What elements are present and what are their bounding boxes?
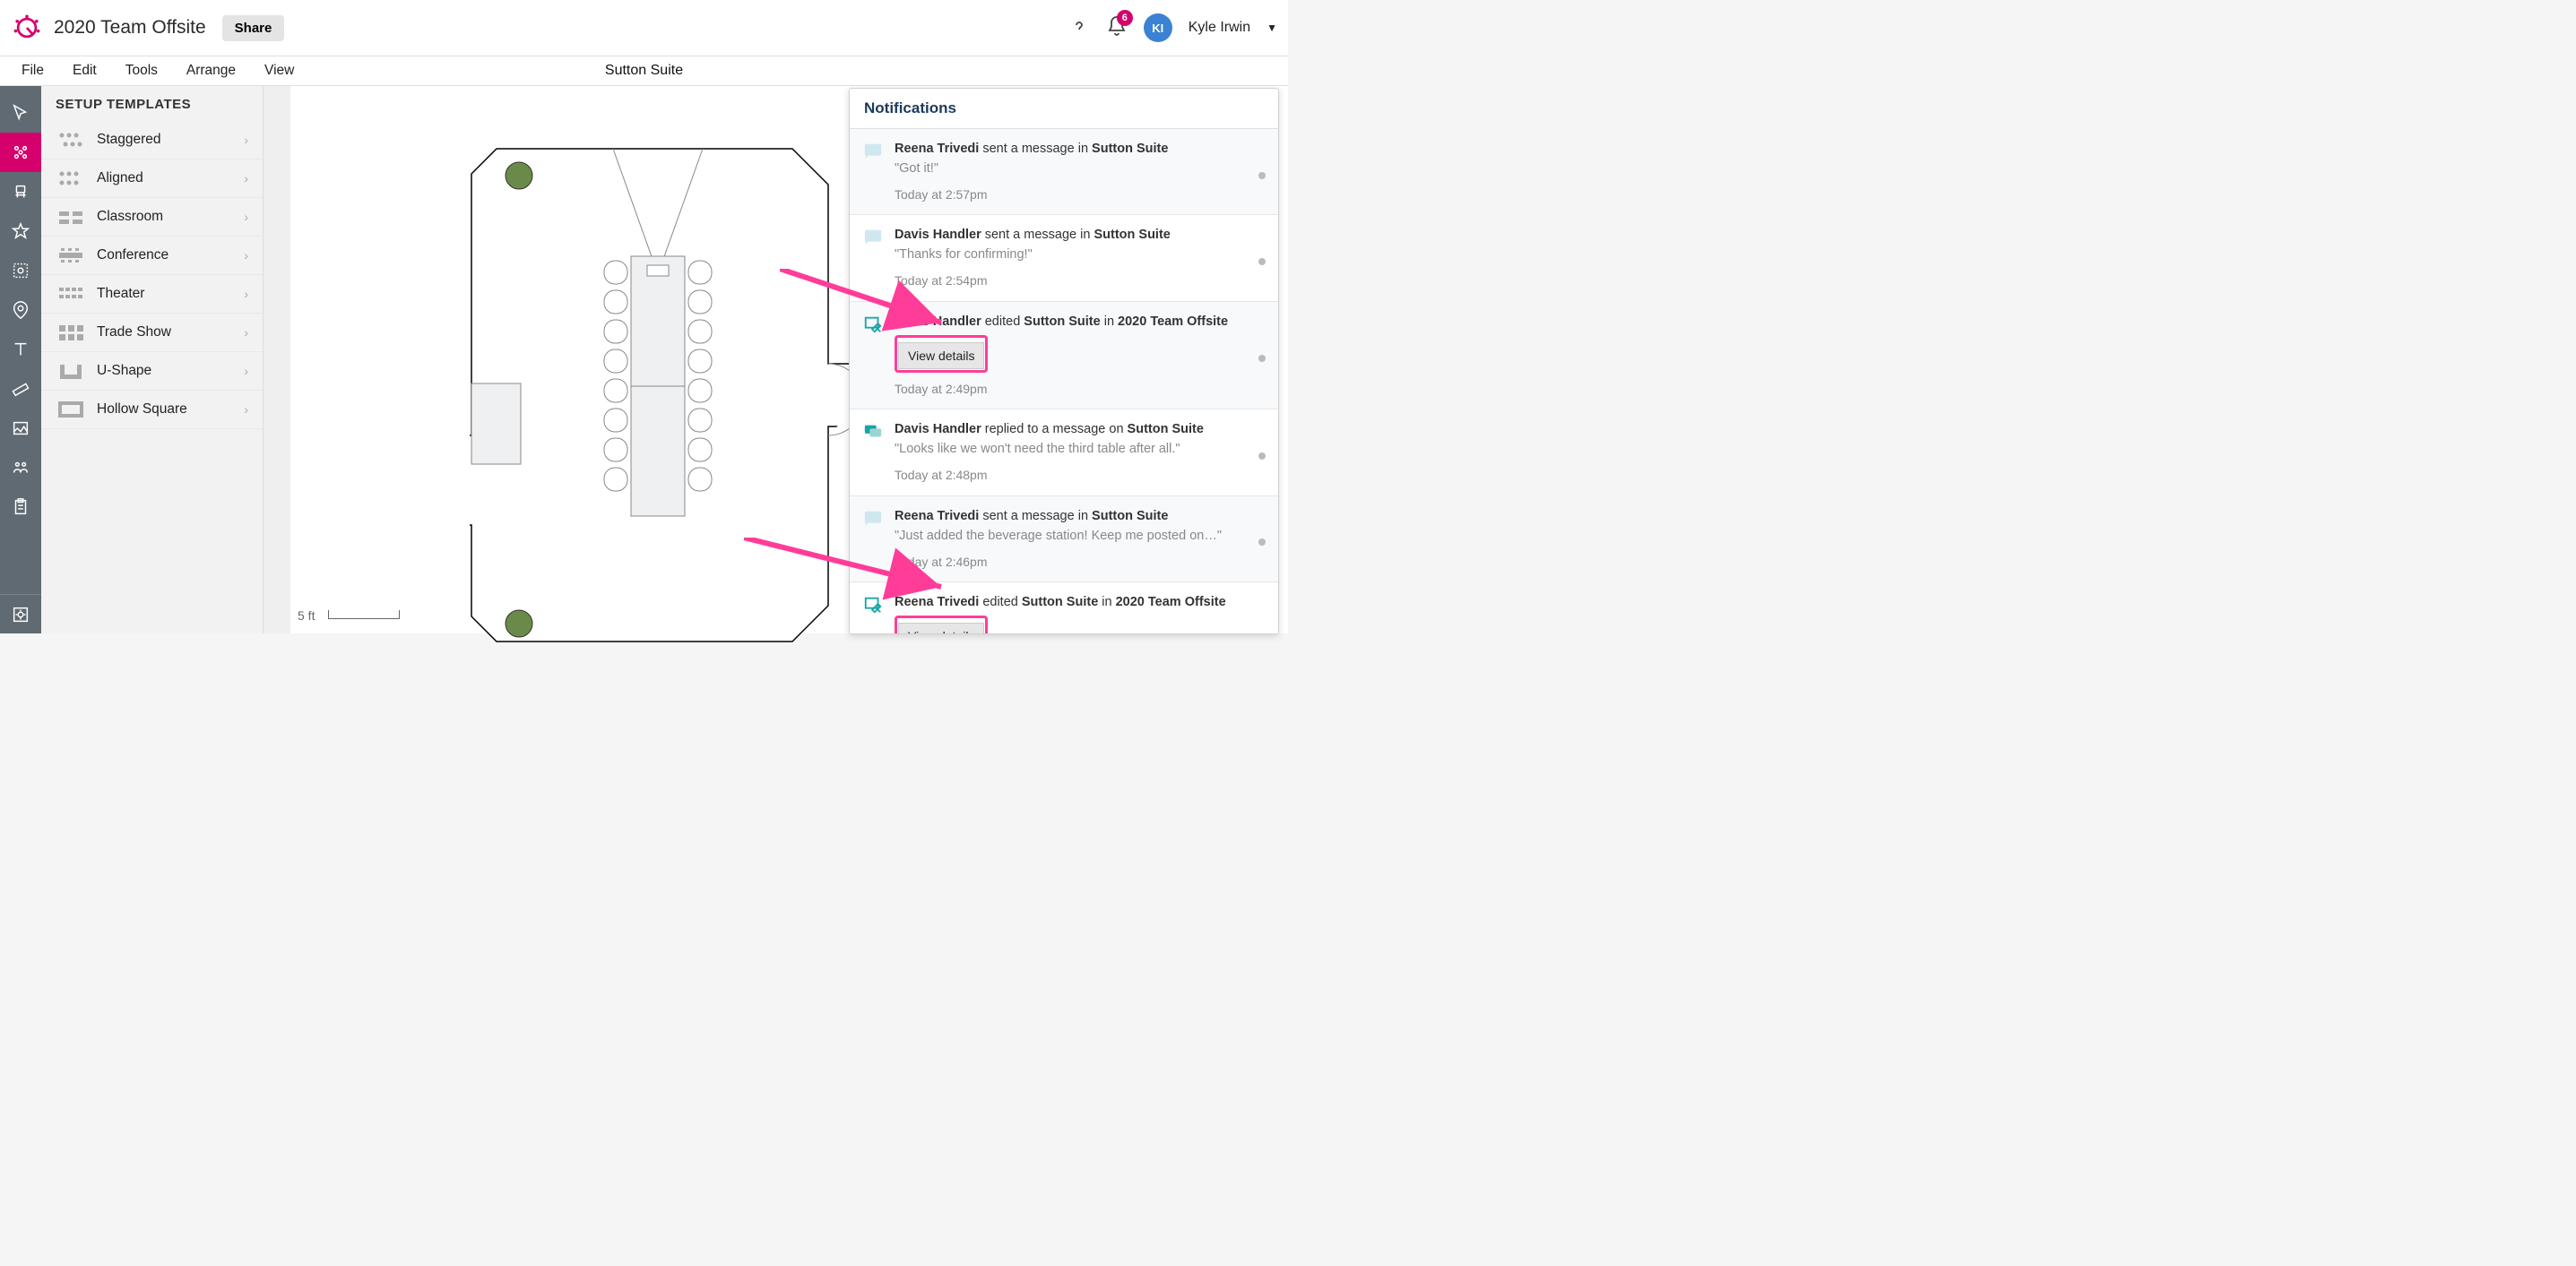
tool-shapes[interactable] bbox=[0, 251, 41, 290]
notification-item[interactable]: Reena Trivedi sent a message in Sutton S… bbox=[850, 129, 1278, 215]
notification-quote: "Thanks for confirming!" bbox=[895, 245, 1264, 264]
menu-view[interactable]: View bbox=[250, 63, 308, 79]
menu-arrange[interactable]: Arrange bbox=[172, 63, 250, 79]
tool-rail bbox=[0, 86, 41, 633]
template-label: Classroom bbox=[97, 209, 244, 225]
menu-file[interactable]: File bbox=[7, 63, 58, 79]
annotation-arrow-2 bbox=[744, 538, 959, 609]
notification-time: Today at 2:48pm bbox=[895, 466, 1264, 484]
template-label: Hollow Square bbox=[97, 401, 244, 418]
tool-favorite[interactable] bbox=[0, 211, 41, 251]
tool-templates[interactable] bbox=[0, 133, 41, 172]
annotation-arrow-1 bbox=[780, 269, 959, 340]
template-icon bbox=[56, 284, 86, 304]
unread-dot-icon bbox=[1258, 452, 1266, 460]
tool-image[interactable] bbox=[0, 409, 41, 448]
menu-bar: File Edit Tools Arrange View Sutton Suit… bbox=[0, 56, 1288, 86]
document-title[interactable]: 2020 Team Offsite bbox=[54, 17, 206, 39]
template-icon bbox=[56, 245, 86, 265]
notification-text: Reena Trivedi sent a message in Sutton S… bbox=[895, 140, 1264, 159]
tool-clipboard[interactable] bbox=[0, 487, 41, 527]
notification-quote: "Looks like we won't need the third tabl… bbox=[895, 440, 1264, 459]
notifications-bell[interactable]: 6 bbox=[1106, 15, 1128, 41]
template-theater[interactable]: Theater› bbox=[41, 275, 263, 314]
message-icon bbox=[862, 142, 884, 161]
reply-icon bbox=[862, 422, 884, 442]
tool-text[interactable] bbox=[0, 330, 41, 369]
share-button[interactable]: Share bbox=[222, 15, 285, 41]
message-icon bbox=[862, 228, 884, 247]
tool-people[interactable] bbox=[0, 448, 41, 487]
tool-settings[interactable] bbox=[0, 594, 41, 633]
notifications-title: Notifications bbox=[850, 89, 1278, 129]
template-label: Theater bbox=[97, 286, 244, 302]
chevron-right-icon: › bbox=[244, 402, 248, 417]
menu-edit[interactable]: Edit bbox=[58, 63, 111, 79]
notification-text: Reena Trivedi sent a message in Sutton S… bbox=[895, 507, 1264, 526]
template-hollow-square[interactable]: Hollow Square› bbox=[41, 391, 263, 429]
template-icon bbox=[56, 130, 86, 150]
chevron-right-icon: › bbox=[244, 325, 248, 340]
template-label: Conference bbox=[97, 247, 244, 263]
template-label: Trade Show bbox=[97, 324, 244, 340]
chevron-right-icon: › bbox=[244, 171, 248, 185]
template-icon bbox=[56, 361, 86, 381]
canvas-title: Sutton Suite bbox=[605, 63, 683, 79]
user-menu-caret-icon[interactable]: ▼ bbox=[1266, 22, 1277, 34]
template-label: Aligned bbox=[97, 170, 244, 186]
app-logo-icon bbox=[11, 12, 43, 44]
template-conference[interactable]: Conference› bbox=[41, 237, 263, 275]
unread-dot-icon bbox=[1258, 538, 1266, 546]
user-name[interactable]: Kyle Irwin bbox=[1189, 20, 1250, 36]
notification-time: Today at 2:49pm bbox=[895, 380, 1264, 398]
help-icon[interactable] bbox=[1068, 17, 1090, 39]
unread-dot-icon bbox=[1258, 355, 1266, 362]
template-trade-show[interactable]: Trade Show› bbox=[41, 314, 263, 352]
chevron-right-icon: › bbox=[244, 133, 248, 147]
template-u-shape[interactable]: U-Shape› bbox=[41, 352, 263, 391]
template-staggered[interactable]: Staggered› bbox=[41, 121, 263, 159]
template-label: U-Shape bbox=[97, 363, 244, 379]
message-icon bbox=[862, 509, 884, 529]
tool-measure[interactable] bbox=[0, 369, 41, 409]
top-bar: 2020 Team Offsite Share 6 KI Kyle Irwin … bbox=[0, 0, 1288, 56]
scale-bar bbox=[328, 610, 400, 619]
unread-dot-icon bbox=[1258, 258, 1266, 265]
tool-location[interactable] bbox=[0, 290, 41, 330]
templates-panel-title: SETUP TEMPLATES bbox=[41, 97, 263, 121]
unread-dot-icon bbox=[1258, 172, 1266, 179]
view-details-button[interactable]: View details bbox=[898, 623, 984, 634]
chevron-right-icon: › bbox=[244, 210, 248, 224]
scale-label: 5 ft bbox=[298, 608, 315, 623]
template-label: Staggered bbox=[97, 132, 244, 148]
tool-select[interactable] bbox=[0, 93, 41, 133]
tool-chair[interactable] bbox=[0, 172, 41, 211]
notification-quote: "Got it!" bbox=[895, 159, 1264, 178]
user-avatar[interactable]: KI bbox=[1144, 13, 1172, 42]
notification-text: Davis Handler sent a message in Sutton S… bbox=[895, 226, 1264, 245]
template-aligned[interactable]: Aligned› bbox=[41, 159, 263, 198]
template-icon bbox=[56, 207, 86, 227]
chevron-right-icon: › bbox=[244, 248, 248, 263]
view-details-button[interactable]: View details bbox=[898, 342, 984, 369]
template-classroom[interactable]: Classroom› bbox=[41, 198, 263, 237]
template-icon bbox=[56, 400, 86, 419]
chevron-right-icon: › bbox=[244, 287, 248, 301]
chevron-right-icon: › bbox=[244, 364, 248, 378]
template-icon bbox=[56, 168, 86, 188]
templates-panel: SETUP TEMPLATES Staggered›Aligned›Classr… bbox=[41, 86, 264, 633]
notification-time: Today at 2:57pm bbox=[895, 185, 1264, 203]
template-icon bbox=[56, 323, 86, 342]
notification-badge: 6 bbox=[1117, 10, 1133, 26]
notification-text: Davis Handler replied to a message on Su… bbox=[895, 420, 1264, 439]
notification-item[interactable]: Davis Handler replied to a message on Su… bbox=[850, 409, 1278, 495]
menu-tools[interactable]: Tools bbox=[111, 63, 172, 79]
